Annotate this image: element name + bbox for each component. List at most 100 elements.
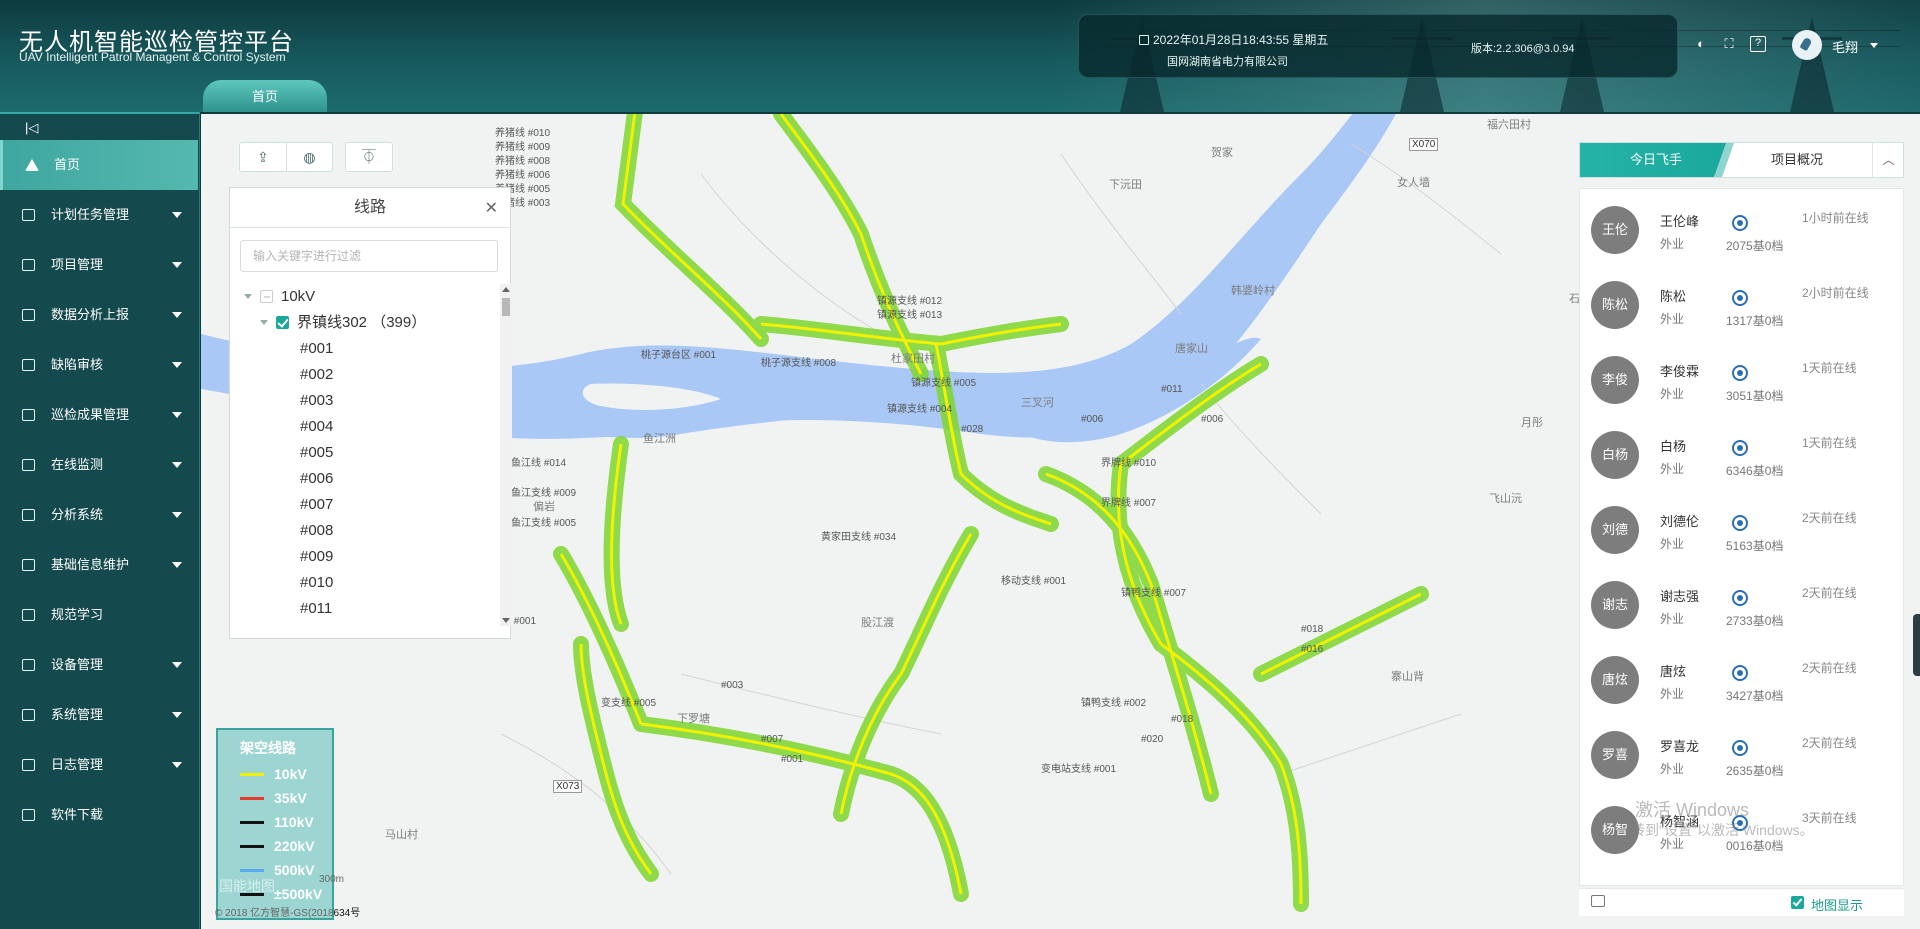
chevron-up-icon[interactable]: ︿: [1872, 143, 1904, 177]
badge-icon: [1732, 215, 1748, 231]
tree-node-tower[interactable]: #010: [244, 570, 494, 596]
sidebar-item-analysis[interactable]: 分析系统: [0, 490, 198, 540]
sidebar-item-basic-info[interactable]: 基础信息维护: [0, 540, 198, 590]
pilot-item[interactable]: 罗喜 罗喜龙 外业 2635基0档 2天前在线: [1580, 714, 1903, 789]
sidebar-item-label: 数据分析上报: [51, 307, 130, 322]
tree-node-tower[interactable]: #007: [244, 492, 494, 518]
monitor-icon: [22, 459, 35, 471]
sidebar-item-devices[interactable]: 设备管理: [0, 640, 198, 690]
theme-icon[interactable]: ◐: [1693, 36, 1709, 52]
close-icon[interactable]: ✕: [485, 198, 498, 218]
avatar: 李俊: [1591, 356, 1639, 404]
pilot-item[interactable]: 白杨 白杨 外业 6346基0档 1天前在线: [1580, 414, 1903, 489]
map-display-label[interactable]: 地图显示: [1811, 895, 1863, 914]
filter-input[interactable]: 输入关键字进行过滤: [240, 240, 498, 272]
legend-item: 220kV: [218, 834, 332, 858]
place-label: 飞山沅: [1489, 493, 1522, 505]
scroll-down-icon[interactable]: [502, 618, 510, 623]
log-icon: [22, 759, 35, 771]
fullscreen-icon[interactable]: ⛶: [1721, 36, 1737, 52]
tree-node-tower[interactable]: #011: [244, 596, 494, 622]
version-label: 版本:2.2.306@3.0.94: [1471, 43, 1575, 55]
tab-today-pilots[interactable]: 今日飞手: [1580, 143, 1732, 177]
user-avatar[interactable]: [1792, 30, 1822, 60]
tower-label: 养猪线 #008: [495, 156, 551, 167]
line-panel-title: 线路: [230, 188, 510, 228]
chevron-down-icon[interactable]: [260, 320, 268, 325]
tab-home[interactable]: 首页: [203, 80, 327, 112]
scroll-thumb[interactable]: [502, 298, 510, 316]
sidebar-item-home[interactable]: 首页: [0, 140, 198, 190]
tree-node-tower[interactable]: #009: [244, 544, 494, 570]
pilot-item[interactable]: 王伦 王伦峰 外业 2075基0档 1小时前在线: [1580, 189, 1903, 264]
sidebar-item-system[interactable]: 系统管理: [0, 690, 198, 740]
tree-scrollbar[interactable]: [500, 284, 512, 626]
badge-icon: [1732, 590, 1748, 606]
tree-node-tower[interactable]: #003: [244, 388, 494, 414]
tower-label: #020: [1141, 734, 1164, 745]
pilot-item[interactable]: 李俊 李俊霖 外业 3051基0档 1天前在线: [1580, 339, 1903, 414]
scroll-up-icon[interactable]: [502, 287, 510, 292]
collapse-sidebar-icon[interactable]: |◁: [25, 120, 38, 136]
tree-node-tower[interactable]: #008: [244, 518, 494, 544]
chevron-down-icon[interactable]: [1870, 43, 1878, 48]
sidebar-item-projects[interactable]: 项目管理: [0, 240, 198, 290]
map-copyright: © 2018 亿方智慧-GS(2018634号: [215, 904, 360, 919]
globe-icon[interactable]: ◍: [286, 143, 332, 171]
sidebar-item-label: 巡检成果管理: [51, 407, 130, 422]
pilot-type: 外业: [1660, 537, 1685, 551]
tree-node-tower[interactable]: #004: [244, 414, 494, 440]
tree-node-tower[interactable]: #001: [244, 336, 494, 362]
tree-node-tower[interactable]: #005: [244, 440, 494, 466]
sidebar-item-download[interactable]: 软件下载: [0, 790, 198, 840]
sidebar-item-online-monitor[interactable]: 在线监测: [0, 440, 198, 490]
place-label: 偏岩: [533, 501, 555, 513]
road-sign: X070: [1409, 138, 1439, 151]
road: [1200, 383, 1322, 515]
tree-checkbox[interactable]: [276, 316, 289, 329]
username[interactable]: 毛翔: [1832, 37, 1858, 56]
sidebar-item-plan-tasks[interactable]: 计划任务管理: [0, 190, 198, 240]
map-display-checkbox[interactable]: [1791, 896, 1804, 909]
legend-swatch: [240, 845, 264, 848]
help-icon[interactable]: ?: [1750, 36, 1766, 52]
upload-layer-icon[interactable]: ⇪: [240, 143, 286, 171]
sidebar-item-defect-review[interactable]: 缺陷审核: [0, 340, 198, 390]
sidebar-item-label: 日志管理: [51, 757, 104, 772]
sidebar-item-standards[interactable]: 规范学习: [0, 590, 198, 640]
avatar: 白杨: [1591, 431, 1639, 479]
map-canvas[interactable]: 养猪线 #010 养猪线 #009 养猪线 #008 养猪线 #006 养猪线 …: [201, 114, 1920, 929]
pilot-name: 李俊霖: [1660, 364, 1700, 379]
side-handle[interactable]: [1913, 614, 1920, 676]
tree-node-tower[interactable]: #006: [244, 466, 494, 492]
tower-corridor: [1038, 466, 1219, 802]
place-label: 下沅田: [1109, 179, 1142, 191]
tree-node-root[interactable]: 10kV: [244, 284, 494, 310]
sidebar-item-label: 基础信息维护: [51, 557, 130, 572]
pilot-item[interactable]: 陈松 陈松 外业 1317基0档 2小时前在线: [1580, 264, 1903, 339]
tower-label: 鱼江线 #014: [511, 458, 567, 469]
tower-label: 养猪线 #009: [495, 142, 551, 153]
tree-node-line[interactable]: 界镇线302 （399）: [244, 310, 494, 336]
download-icon: [22, 809, 35, 821]
pilot-type: 外业: [1660, 312, 1685, 326]
pilot-item[interactable]: 刘德 刘德伦 外业 5163基0档 2天前在线: [1580, 489, 1903, 564]
chevron-down-icon: [172, 262, 182, 268]
pilot-item[interactable]: 谢志 谢志强 外业 2733基0档 2天前在线: [1580, 564, 1903, 639]
pilot-item[interactable]: 唐炫 唐炫 外业 3427基0档 2天前在线: [1580, 639, 1903, 714]
sidebar-item-data-report[interactable]: 数据分析上报: [0, 290, 198, 340]
pilot-type: 外业: [1660, 687, 1685, 701]
chevron-down-icon[interactable]: [244, 294, 252, 299]
tower-icon[interactable]: ⏁: [346, 143, 392, 171]
tree-checkbox[interactable]: [260, 290, 273, 303]
tab-project-overview[interactable]: 项目概况: [1732, 143, 1862, 177]
tree-node-tower[interactable]: #002: [244, 362, 494, 388]
pilot-count: 3051基0档: [1726, 389, 1784, 403]
checklist-icon[interactable]: [1591, 895, 1605, 907]
sidebar-item-logs[interactable]: 日志管理: [0, 740, 198, 790]
pilot-type: 外业: [1660, 237, 1685, 251]
sidebar-item-results[interactable]: 巡检成果管理: [0, 390, 198, 440]
pilot-status: 2小时前在线: [1802, 286, 1869, 300]
right-panel-footer: 地图显示: [1579, 888, 1904, 916]
tower-label: 桃子源支线 #008: [761, 358, 837, 369]
